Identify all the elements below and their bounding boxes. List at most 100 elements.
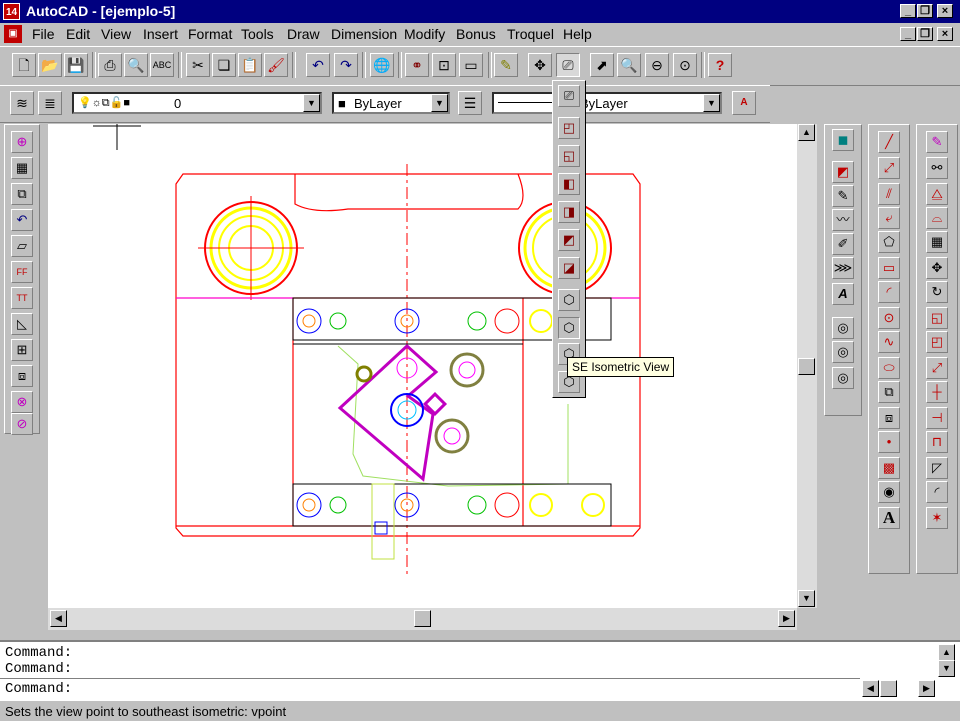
document-icon[interactable]: ▣ — [4, 25, 22, 43]
draw-order-icon[interactable]: ◩ — [832, 161, 854, 183]
layer-dropdown[interactable]: 💡☼⧉🔓■ 0 ▼ — [72, 92, 322, 114]
cut-icon[interactable]: ✂ — [186, 53, 210, 77]
linetype-icon[interactable]: ☰ — [458, 91, 482, 115]
chevron-down-icon[interactable]: ▼ — [703, 94, 720, 112]
maximize-button[interactable]: ❐ — [917, 4, 933, 18]
scroll-thumb[interactable] — [798, 358, 815, 375]
menu-insert[interactable]: Insert — [143, 26, 178, 42]
inquiry-icon[interactable]: ▭ — [459, 53, 483, 77]
drawing-area[interactable] — [48, 124, 797, 608]
cmd-scroll-left-icon[interactable]: ◀ — [862, 680, 879, 697]
print-preview-icon[interactable]: 🔍 — [124, 53, 148, 77]
properties-icon[interactable]: A — [732, 91, 756, 115]
chamfer-icon[interactable]: ◸ — [926, 457, 948, 479]
ucs-world-icon[interactable]: ▱ — [11, 235, 33, 257]
construction-line-icon[interactable]: ⤢ — [878, 157, 900, 179]
back-view-icon[interactable]: ◪ — [558, 257, 580, 279]
doc-minimize-button[interactable]: _ — [900, 27, 916, 41]
scroll-up-icon[interactable]: ▲ — [798, 124, 815, 141]
edit-spline-icon[interactable]: ✐ — [832, 233, 854, 255]
help-icon[interactable]: ? — [708, 53, 732, 77]
linetype-dropdown[interactable]: ByLayer ▼ — [492, 92, 722, 114]
redraw-icon[interactable]: ✎ — [494, 53, 518, 77]
print-icon[interactable]: ⎙ — [98, 53, 122, 77]
point-icon[interactable]: • — [878, 431, 900, 453]
fillet-icon[interactable]: ◜ — [926, 481, 948, 503]
stretch-icon[interactable]: ◰ — [926, 331, 948, 353]
layers-icon[interactable]: ≋ — [10, 91, 34, 115]
array-icon[interactable]: ▦ — [926, 231, 948, 253]
ucs-icon[interactable]: ⊕ — [11, 131, 33, 153]
ucs-view-icon[interactable]: ◺ — [11, 313, 33, 335]
break-icon[interactable]: ⊓ — [926, 431, 948, 453]
menu-modify[interactable]: Modify — [404, 26, 445, 42]
block-attribute-icon[interactable]: ◎ — [832, 367, 854, 389]
line-icon[interactable]: ╱ — [878, 131, 900, 153]
named-views-icon[interactable]: ⎚ — [556, 53, 580, 77]
ucs-zaxis-icon[interactable]: ⧈ — [11, 365, 33, 387]
bottom-view-icon[interactable]: ◱ — [558, 145, 580, 167]
open-icon[interactable]: 📂 — [38, 53, 62, 77]
scroll-left-icon[interactable]: ◀ — [50, 610, 67, 627]
attribute-edit-icon[interactable]: ◎ — [832, 341, 854, 363]
lengthen-icon[interactable]: ⤢ — [926, 357, 948, 379]
left-view-icon[interactable]: ◧ — [558, 173, 580, 195]
ucs-3point-icon[interactable]: ⊗ — [11, 391, 33, 413]
offset-icon[interactable]: ⌓ — [926, 207, 948, 229]
make-block-icon[interactable]: ⧈ — [878, 407, 900, 429]
mirror-icon[interactable]: ⧋ — [926, 183, 948, 205]
edit-hatch-icon[interactable]: ✎ — [832, 185, 854, 207]
extend-icon[interactable]: ⊣ — [926, 407, 948, 429]
menu-dimension[interactable]: Dimension — [331, 26, 397, 42]
menu-tools[interactable]: Tools — [241, 26, 274, 42]
match-properties-icon[interactable]: 🖌 — [264, 53, 288, 77]
erase-icon[interactable]: ✎ — [926, 131, 948, 153]
vertical-scrollbar[interactable]: ▲ ▼ — [797, 124, 817, 608]
menu-bonus[interactable]: Bonus — [456, 26, 496, 42]
ellipse-icon[interactable]: ⬭ — [878, 357, 900, 379]
top-view-icon[interactable]: ◰ — [558, 117, 580, 139]
scroll-down-icon[interactable]: ▼ — [798, 590, 815, 607]
color-dropdown[interactable]: ■ ByLayer ▼ — [332, 92, 450, 114]
doc-close-button[interactable]: × — [937, 27, 953, 41]
right-view-icon[interactable]: ◨ — [558, 201, 580, 223]
ucs-previous-icon[interactable]: ↶ — [11, 209, 33, 231]
redo-icon[interactable]: ↷ — [334, 53, 358, 77]
save-icon[interactable]: 💾 — [64, 53, 88, 77]
object-properties-icon[interactable]: ◼ — [832, 129, 854, 151]
move-icon[interactable]: ✥ — [926, 257, 948, 279]
hatch-icon[interactable]: ▩ — [878, 457, 900, 479]
trim-icon[interactable]: ┼ — [926, 381, 948, 403]
horizontal-scrollbar[interactable]: ◀ ▶ — [48, 608, 797, 630]
minimize-button[interactable]: _ — [900, 4, 916, 18]
arc-icon[interactable]: ◜ — [878, 281, 900, 303]
menu-troquel[interactable]: Troquel — [507, 26, 554, 42]
menu-edit[interactable]: Edit — [66, 26, 90, 42]
rectangle-icon[interactable]: ▭ — [878, 257, 900, 279]
multiline-text-icon[interactable]: A — [878, 507, 900, 529]
copy-object-icon[interactable]: ⚯ — [926, 157, 948, 179]
menu-help[interactable]: Help — [563, 26, 592, 42]
menu-view[interactable]: View — [101, 26, 131, 42]
command-input[interactable]: Command: — [0, 678, 860, 699]
spelling-icon[interactable]: ABC — [150, 53, 174, 77]
ucs-preset-icon[interactable]: ⧉ — [11, 183, 33, 205]
object-group-icon[interactable]: ⊡ — [432, 53, 456, 77]
copy-icon[interactable]: ❏ — [212, 53, 236, 77]
attribute-icon[interactable]: ◎ — [832, 317, 854, 339]
menu-file[interactable]: File — [32, 26, 55, 42]
insert-block-icon[interactable]: ⧉ — [878, 381, 900, 403]
snap-icon[interactable]: ⚭ — [405, 53, 429, 77]
edit-multiline-icon[interactable]: ⋙ — [832, 257, 854, 279]
chevron-down-icon[interactable]: ▼ — [431, 94, 448, 112]
polyline-icon[interactable]: ⤶ — [878, 207, 900, 229]
scroll-right-icon[interactable]: ▶ — [778, 610, 795, 627]
undo-icon[interactable]: ↶ — [306, 53, 330, 77]
region-icon[interactable]: ◉ — [878, 481, 900, 503]
explode-icon[interactable]: ✶ — [926, 507, 948, 529]
ucs-object-icon[interactable]: FF — [11, 261, 33, 283]
zoom-previous-icon[interactable]: ⊖ — [645, 53, 669, 77]
chevron-down-icon[interactable]: ▼ — [303, 94, 320, 112]
doc-restore-button[interactable]: ❐ — [917, 27, 933, 41]
menu-draw[interactable]: Draw — [287, 26, 320, 42]
